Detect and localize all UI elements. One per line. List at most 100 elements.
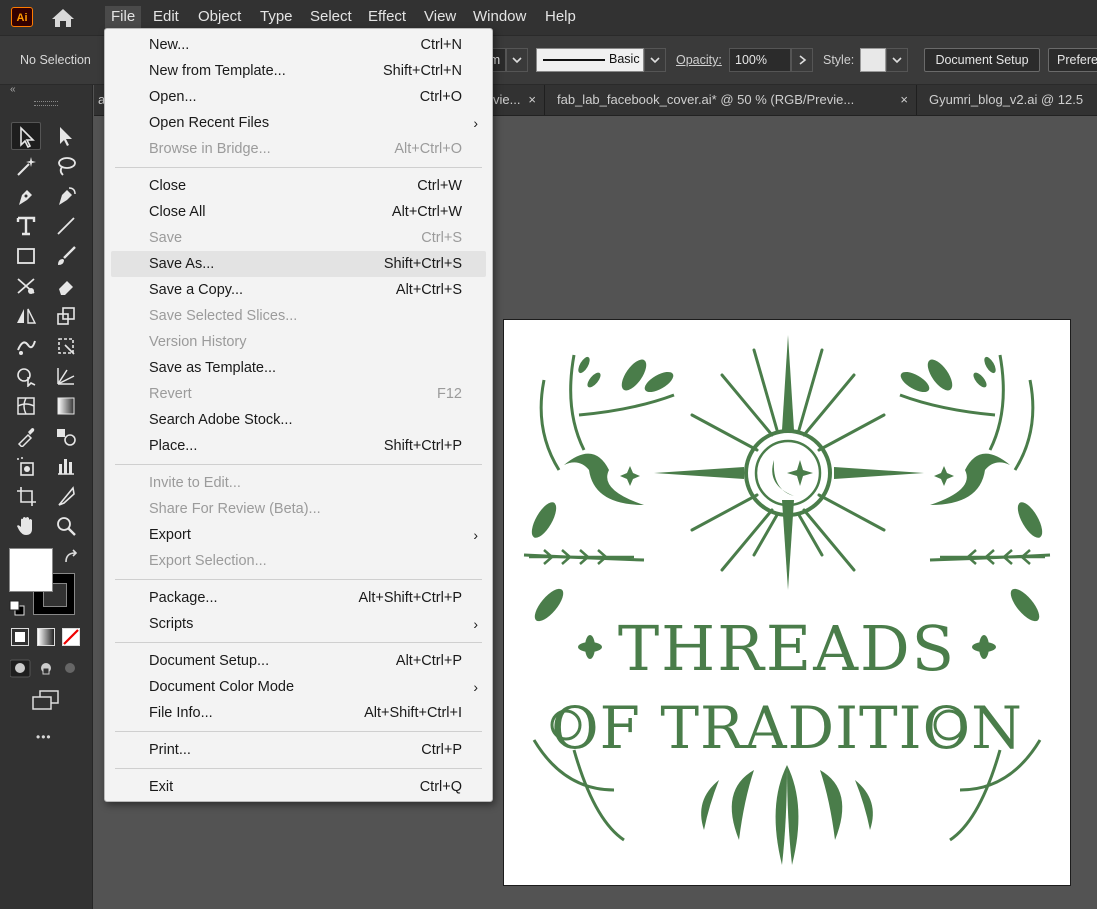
opacity-field[interactable]: 100% [729, 48, 791, 72]
menu-item-close[interactable]: Close Ctrl+W [111, 173, 486, 199]
menu-item-shortcut: Ctrl+N [420, 37, 463, 53]
opacity-expand[interactable] [791, 48, 813, 72]
mesh-tool-icon[interactable] [11, 392, 41, 420]
collapse-panel-icon[interactable]: « [10, 84, 16, 95]
menu-item-open[interactable]: Open... Ctrl+O [111, 84, 486, 110]
blend-tool-icon[interactable] [51, 422, 81, 450]
menu-item-save-as[interactable]: Save As... Shift+Ctrl+S [111, 251, 486, 277]
selection-status: No Selection [20, 53, 91, 67]
scale-tool-icon[interactable] [51, 302, 81, 330]
shape-builder-tool-icon[interactable] [11, 362, 41, 390]
menu-item-label: Export [149, 527, 191, 543]
menu-edit[interactable]: Edit [147, 6, 185, 28]
tab-fab-lab-facebook-cover[interactable]: fab_lab_facebook_cover.ai* @ 50 % (RGB/P… [545, 85, 917, 115]
column-graph-tool-icon[interactable] [51, 452, 81, 480]
close-icon[interactable]: × [528, 85, 536, 115]
shaper-tool-icon[interactable] [11, 272, 41, 300]
hand-tool-icon[interactable] [11, 512, 41, 540]
menu-item-close-all[interactable]: Close All Alt+Ctrl+W [111, 199, 486, 225]
menu-item-document-color-mode[interactable]: Document Color Mode › [111, 674, 486, 700]
selection-tool-icon[interactable] [11, 122, 41, 150]
color-mode-icon[interactable] [11, 628, 29, 646]
direct-selection-tool-icon[interactable] [51, 122, 81, 150]
panel-grip[interactable] [34, 101, 58, 106]
home-icon[interactable] [50, 7, 76, 29]
perspective-grid-tool-icon[interactable] [51, 362, 81, 390]
eyedropper-tool-icon[interactable] [11, 422, 41, 450]
menu-effect[interactable]: Effect [362, 6, 412, 28]
paintbrush-tool-icon[interactable] [51, 242, 81, 270]
artwork-illustration: THREADS OF TRADITION [523, 335, 1051, 865]
artboard[interactable]: THREADS OF TRADITION [503, 319, 1071, 886]
menu-item-shortcut: Alt+Shift+Ctrl+I [364, 705, 462, 721]
line-segment-tool-icon[interactable] [51, 212, 81, 240]
menu-item-new-from-template[interactable]: New from Template... Shift+Ctrl+N [111, 58, 486, 84]
brush-definition-field[interactable]: Basic [536, 48, 644, 72]
artboard-tool-icon[interactable] [11, 482, 41, 510]
menu-item-package[interactable]: Package... Alt+Shift+Ctrl+P [111, 585, 486, 611]
menu-item-save-as-template[interactable]: Save as Template... [111, 355, 486, 381]
artwork-title-line1: THREADS [618, 612, 956, 685]
menu-item-label: Document Setup... [149, 653, 270, 669]
curvature-tool-icon[interactable] [51, 182, 81, 210]
tab-document-2[interactable]: vie... × [493, 85, 545, 115]
brush-dropdown[interactable] [644, 48, 666, 72]
menu-item-save-a-copy[interactable]: Save a Copy... Alt+Ctrl+S [111, 277, 486, 303]
edit-toolbar-icon[interactable]: ••• [36, 730, 52, 744]
preferences-button[interactable]: Prefere [1048, 48, 1097, 72]
fill-color-swatch[interactable] [9, 548, 53, 592]
close-icon[interactable]: × [900, 85, 908, 115]
chevron-down-icon [650, 57, 660, 64]
style-dropdown[interactable] [886, 48, 908, 72]
menu-type[interactable]: Type [254, 6, 299, 28]
menu-file[interactable]: File [105, 6, 142, 28]
gradient-mode-icon[interactable] [37, 628, 55, 646]
menu-item-exit[interactable]: Exit Ctrl+Q [111, 774, 486, 800]
pen-tool-icon[interactable] [11, 182, 41, 210]
magic-wand-tool-icon[interactable] [11, 152, 41, 180]
menu-window[interactable]: Window [467, 6, 532, 28]
menu-help[interactable]: Help [539, 6, 582, 28]
menu-item-shortcut: Shift+Ctrl+S [383, 256, 462, 272]
default-fill-stroke-icon[interactable] [9, 600, 25, 616]
reflect-tool-icon[interactable] [11, 302, 41, 330]
graphic-style-swatch[interactable] [860, 48, 886, 72]
zoom-tool-icon[interactable] [51, 512, 81, 540]
stroke-weight-dropdown[interactable] [506, 48, 528, 72]
document-setup-button[interactable]: Document Setup [924, 48, 1040, 72]
none-mode-icon[interactable] [62, 628, 80, 646]
puppet-warp-tool-icon[interactable] [11, 332, 41, 360]
free-transform-tool-icon[interactable] [51, 332, 81, 360]
drawing-modes[interactable] [9, 658, 82, 678]
menu-object[interactable]: Object [192, 6, 247, 28]
rectangle-tool-icon[interactable] [11, 242, 41, 270]
knife-tool-icon[interactable] [51, 482, 81, 510]
eraser-tool-icon[interactable] [51, 272, 81, 300]
menu-item-new[interactable]: New... Ctrl+N [111, 32, 486, 58]
menu-item-shortcut: Shift+Ctrl+N [383, 63, 462, 79]
menu-item-print[interactable]: Print... Ctrl+P [111, 737, 486, 763]
menu-item-shortcut: Ctrl+O [419, 89, 462, 105]
menu-item-open-recent-files[interactable]: Open Recent Files › [111, 110, 486, 136]
menu-item-file-info[interactable]: File Info... Alt+Shift+Ctrl+I [111, 700, 486, 726]
menu-item-export[interactable]: Export › [111, 522, 486, 548]
menu-item-shortcut: Alt+Shift+Ctrl+P [358, 590, 462, 606]
menu-select[interactable]: Select [304, 6, 358, 28]
menu-item-revert: Revert F12 [111, 381, 486, 407]
menu-view[interactable]: View [418, 6, 462, 28]
menu-item-place[interactable]: Place... Shift+Ctrl+P [111, 433, 486, 459]
type-tool-icon[interactable] [11, 212, 41, 240]
menu-item-search-adobe-stock[interactable]: Search Adobe Stock... [111, 407, 486, 433]
menu-item-document-setup[interactable]: Document Setup... Alt+Ctrl+P [111, 648, 486, 674]
screen-mode-icon[interactable] [31, 689, 61, 711]
gradient-tool-icon[interactable] [51, 392, 81, 420]
menu-item-label: Print... [149, 742, 191, 758]
symbol-sprayer-tool-icon[interactable] [11, 452, 41, 480]
menu-item-label: Scripts [149, 616, 194, 632]
lasso-tool-icon[interactable] [51, 152, 81, 180]
swap-fill-stroke-icon[interactable] [63, 549, 79, 565]
opacity-label[interactable]: Opacity: [676, 53, 722, 67]
menu-item-scripts[interactable]: Scripts › [111, 611, 486, 637]
menu-item-label: Open Recent Files [149, 115, 270, 131]
tab-gyumri-blog[interactable]: Gyumri_blog_v2.ai @ 12.5 [917, 85, 1097, 115]
